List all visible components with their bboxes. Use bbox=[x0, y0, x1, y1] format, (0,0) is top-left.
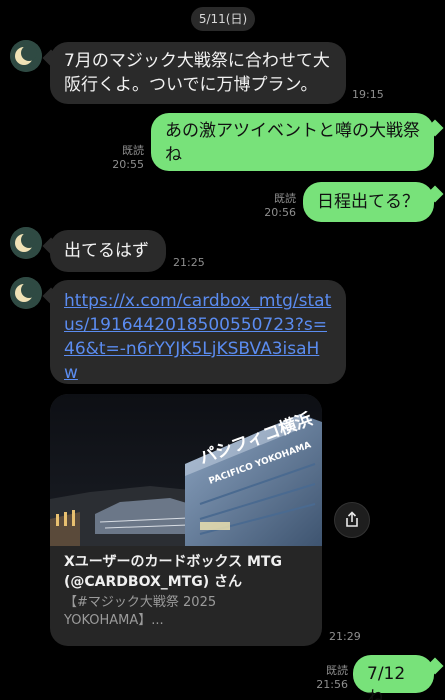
message-time: 19:15 bbox=[352, 88, 384, 101]
message-bubble-incoming[interactable]: 出てるはず bbox=[50, 230, 166, 272]
message-meta: 既読 20:55 bbox=[100, 144, 144, 172]
link-preview-card[interactable]: パシフィコ横浜 PACIFICO YOKOHAMA Xユーザーのカードボックス … bbox=[50, 394, 322, 646]
avatar[interactable] bbox=[10, 40, 42, 72]
message-time: 21:29 bbox=[329, 630, 361, 643]
message-text: あの激アツイベントと噂の大戦祭ね bbox=[165, 121, 420, 165]
message-bubble-incoming[interactable]: https://x.com/cardbox_mtg/status/1916442… bbox=[50, 280, 346, 384]
message-meta: 既読 20:56 bbox=[252, 192, 296, 220]
message-text: 7月のマジック大戦祭に合わせて大阪行くよ。ついでに万博プラン。 bbox=[64, 51, 330, 95]
message-bubble-outgoing[interactable]: 日程出てる？ bbox=[303, 182, 434, 222]
crescent-moon-icon bbox=[10, 227, 42, 259]
message-text: 日程出てる？ bbox=[317, 192, 419, 212]
message-time: 20:56 bbox=[264, 206, 296, 219]
message-link[interactable]: https://x.com/cardbox_mtg/status/1916442… bbox=[64, 289, 332, 385]
preview-description: 【#マジック大戦祭 2025 YOKOHAMA】... bbox=[64, 595, 217, 628]
share-button[interactable] bbox=[334, 502, 370, 538]
crescent-moon-icon bbox=[10, 277, 42, 309]
message-text: 出てるはず bbox=[64, 241, 149, 261]
message-time: 20:55 bbox=[112, 158, 144, 171]
preview-image: パシフィコ横浜 PACIFICO YOKOHAMA bbox=[50, 394, 322, 546]
date-separator: 5/11(日) bbox=[191, 7, 255, 31]
avatar[interactable] bbox=[10, 277, 42, 309]
read-receipt: 既読 bbox=[326, 664, 348, 677]
share-icon bbox=[346, 511, 358, 527]
message-time: 21:56 bbox=[316, 678, 348, 691]
preview-title: Xユーザーのカードボックス MTG (@CARDBOX_MTG) さん bbox=[64, 554, 282, 590]
read-receipt: 既読 bbox=[274, 192, 296, 205]
avatar[interactable] bbox=[10, 227, 42, 259]
message-bubble-outgoing[interactable]: 7/12ね bbox=[353, 655, 434, 700]
message-meta: 既読 21:56 bbox=[304, 664, 348, 692]
message-bubble-outgoing[interactable]: あの激アツイベントと噂の大戦祭ね bbox=[151, 113, 434, 171]
message-bubble-incoming[interactable]: 7月のマジック大戦祭に合わせて大阪行くよ。ついでに万博プラン。 bbox=[50, 42, 346, 104]
crescent-moon-icon bbox=[10, 40, 42, 72]
chat-screen: 5/11(日) 7月のマジック大戦祭に合わせて大阪行くよ。ついでに万博プラン。 … bbox=[0, 0, 445, 700]
read-receipt: 既読 bbox=[122, 144, 144, 157]
message-time: 21:25 bbox=[173, 256, 205, 269]
message-text: 7/12ね bbox=[367, 664, 406, 700]
